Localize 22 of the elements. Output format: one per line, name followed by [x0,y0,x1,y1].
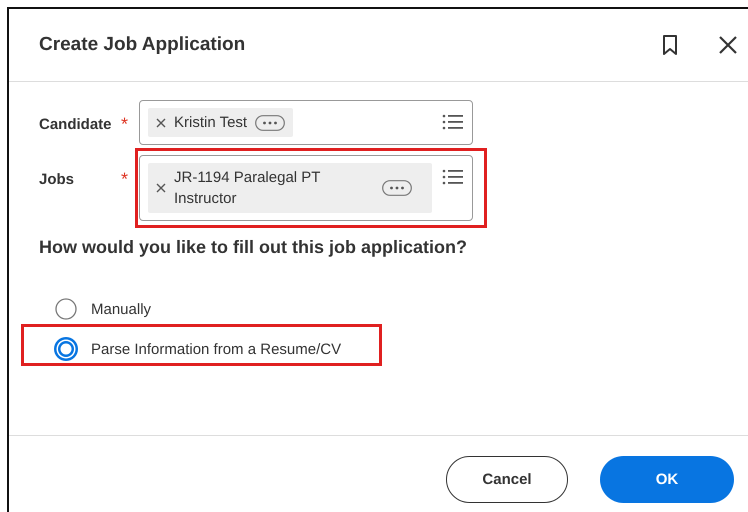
input-field[interactable]: Kristin Test [139,100,473,145]
field-label: Jobs [39,170,76,188]
list-icon[interactable] [442,113,464,131]
input-field[interactable]: JR-1194 Paralegal PT Instructor [139,155,473,221]
list-icon[interactable] [442,168,464,186]
dialog-title: Create Job Application [39,34,246,56]
selected-value: Kristin Test [174,113,248,133]
required-marker: * [121,168,130,190]
radio-selected[interactable] [53,336,79,362]
ok-button[interactable]: OK [600,456,734,503]
field-label: Candidate [39,115,113,133]
more-options-icon[interactable] [382,180,412,196]
remove-icon[interactable] [156,183,166,193]
radio-unselected[interactable] [53,296,79,322]
cancel-button[interactable]: Cancel [446,456,568,503]
question-text: How would you like to fill out this job application? [39,237,468,258]
required-marker: * [121,113,130,135]
option-label: Manually [91,300,152,318]
option-label: Parse Information from a Resume/CV [91,340,342,358]
selected-value: JR-1194 Paralegal PT Instructor [174,168,322,209]
more-options-icon[interactable] [255,114,286,130]
remove-icon[interactable] [156,118,166,128]
